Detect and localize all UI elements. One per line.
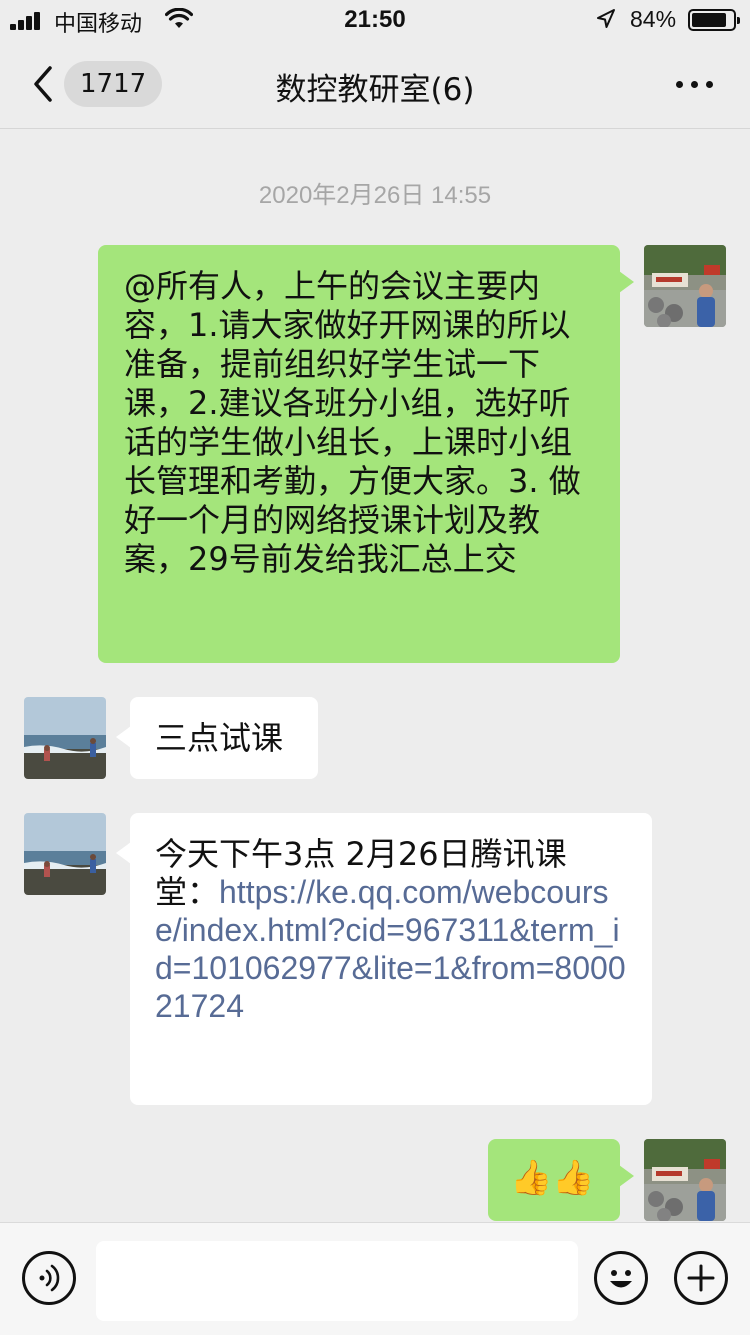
plus-icon[interactable] (674, 1251, 728, 1305)
my-avatar[interactable] (644, 245, 726, 327)
location-arrow-icon (597, 9, 615, 28)
chat-messages[interactable]: 2020年2月26日 14:55 @所有人，上午的会议主要内容，1.请大家做好开… (0, 129, 750, 1221)
more-icon[interactable] (670, 76, 720, 92)
sender-avatar[interactable] (24, 813, 106, 895)
thumbs-up-emoji: 👍👍 (510, 1158, 595, 1198)
battery-fill (692, 13, 726, 27)
message-timestamp: 2020年2月26日 14:55 (258, 182, 492, 209)
message-input[interactable] (96, 1241, 578, 1321)
message-link[interactable]: https://ke.qq.com/webcourse/index.html?c… (155, 874, 626, 1024)
chat-title: 数控教研室(6) (275, 72, 475, 108)
message-bubble-sent[interactable]: @所有人，上午的会议主要内容，1.请大家做好开网课的所以准备，提前组织好学生试一… (98, 245, 634, 663)
message-bubble-received[interactable]: 三点试课 (116, 697, 318, 779)
my-avatar[interactable] (644, 1139, 726, 1221)
status-bar: 中国移动 21:50 84% (0, 0, 750, 40)
chat-header: 1717 数控教研室(6) (0, 40, 750, 129)
message-text: 三点试课 (155, 719, 284, 757)
emoji-icon[interactable] (594, 1251, 648, 1305)
battery-icon (688, 9, 740, 31)
input-bar (0, 1222, 750, 1335)
sender-avatar[interactable] (24, 697, 106, 779)
home-indicator-area (0, 1324, 750, 1334)
message-bubble-received[interactable]: 今天下午3点 2月26日腾讯课堂：https://ke.qq.com/webco… (116, 813, 652, 1105)
voice-icon[interactable] (22, 1251, 76, 1305)
message-bubble-sent[interactable]: 👍👍 (488, 1139, 634, 1221)
message-text: @所有人，上午的会议主要内容，1.请大家做好开网课的所以准备，提前组织好学生试一… (124, 267, 581, 578)
battery-percent: 84% (630, 6, 677, 32)
